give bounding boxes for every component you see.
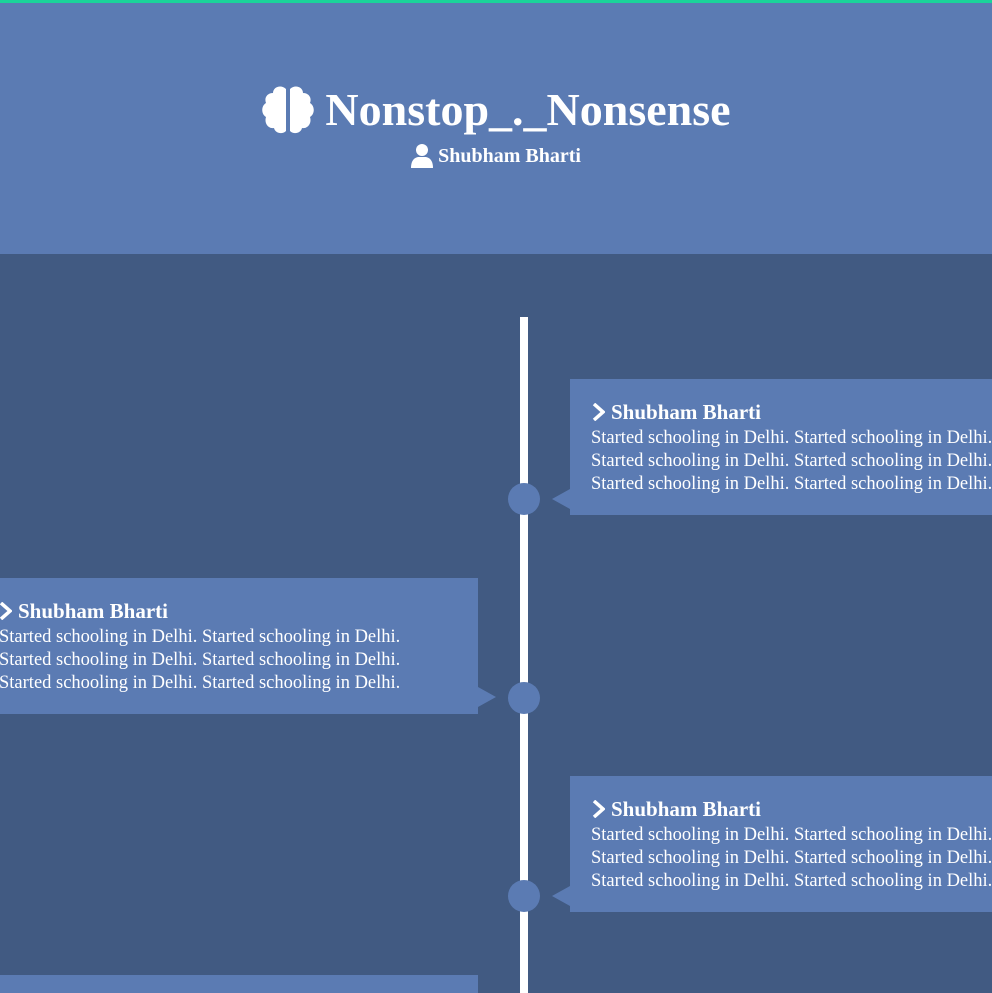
timeline-card-title: Shubham Bharti	[591, 399, 761, 425]
timeline-card-text: Started schooling in Delhi. Started scho…	[591, 825, 992, 891]
timeline-dot	[508, 483, 540, 515]
card-pointer	[552, 489, 570, 509]
brain-icon	[261, 85, 315, 135]
timeline-dot	[508, 682, 540, 714]
timeline-card: Shubham Bharti Started schooling in Delh…	[0, 578, 478, 714]
timeline-dot	[508, 880, 540, 912]
site-title-text: Nonstop_._Nonsense	[325, 84, 731, 135]
card-pointer	[478, 687, 496, 707]
timeline-card: Shubham Bharti Started schooling in Delh…	[570, 379, 992, 515]
chevron-right-icon	[591, 403, 605, 421]
chevron-right-icon	[591, 800, 605, 818]
timeline-card: Shubham Bharti Started schooling in Delh…	[570, 776, 992, 912]
author-line: Shubham Bharti	[0, 144, 992, 168]
card-pointer	[552, 886, 570, 906]
timeline-card-text: Started schooling in Delhi. Started scho…	[0, 627, 401, 693]
timeline-card-text: Started schooling in Delhi. Started scho…	[591, 428, 992, 494]
author-name: Shubham Bharti	[438, 145, 581, 167]
user-icon	[411, 144, 434, 168]
timeline-card	[0, 975, 478, 993]
site-title: Nonstop_._Nonsense	[0, 80, 992, 140]
chevron-right-icon	[0, 602, 12, 620]
timeline-card-title: Shubham Bharti	[591, 796, 761, 822]
timeline-card-title: Shubham Bharti	[0, 598, 168, 624]
